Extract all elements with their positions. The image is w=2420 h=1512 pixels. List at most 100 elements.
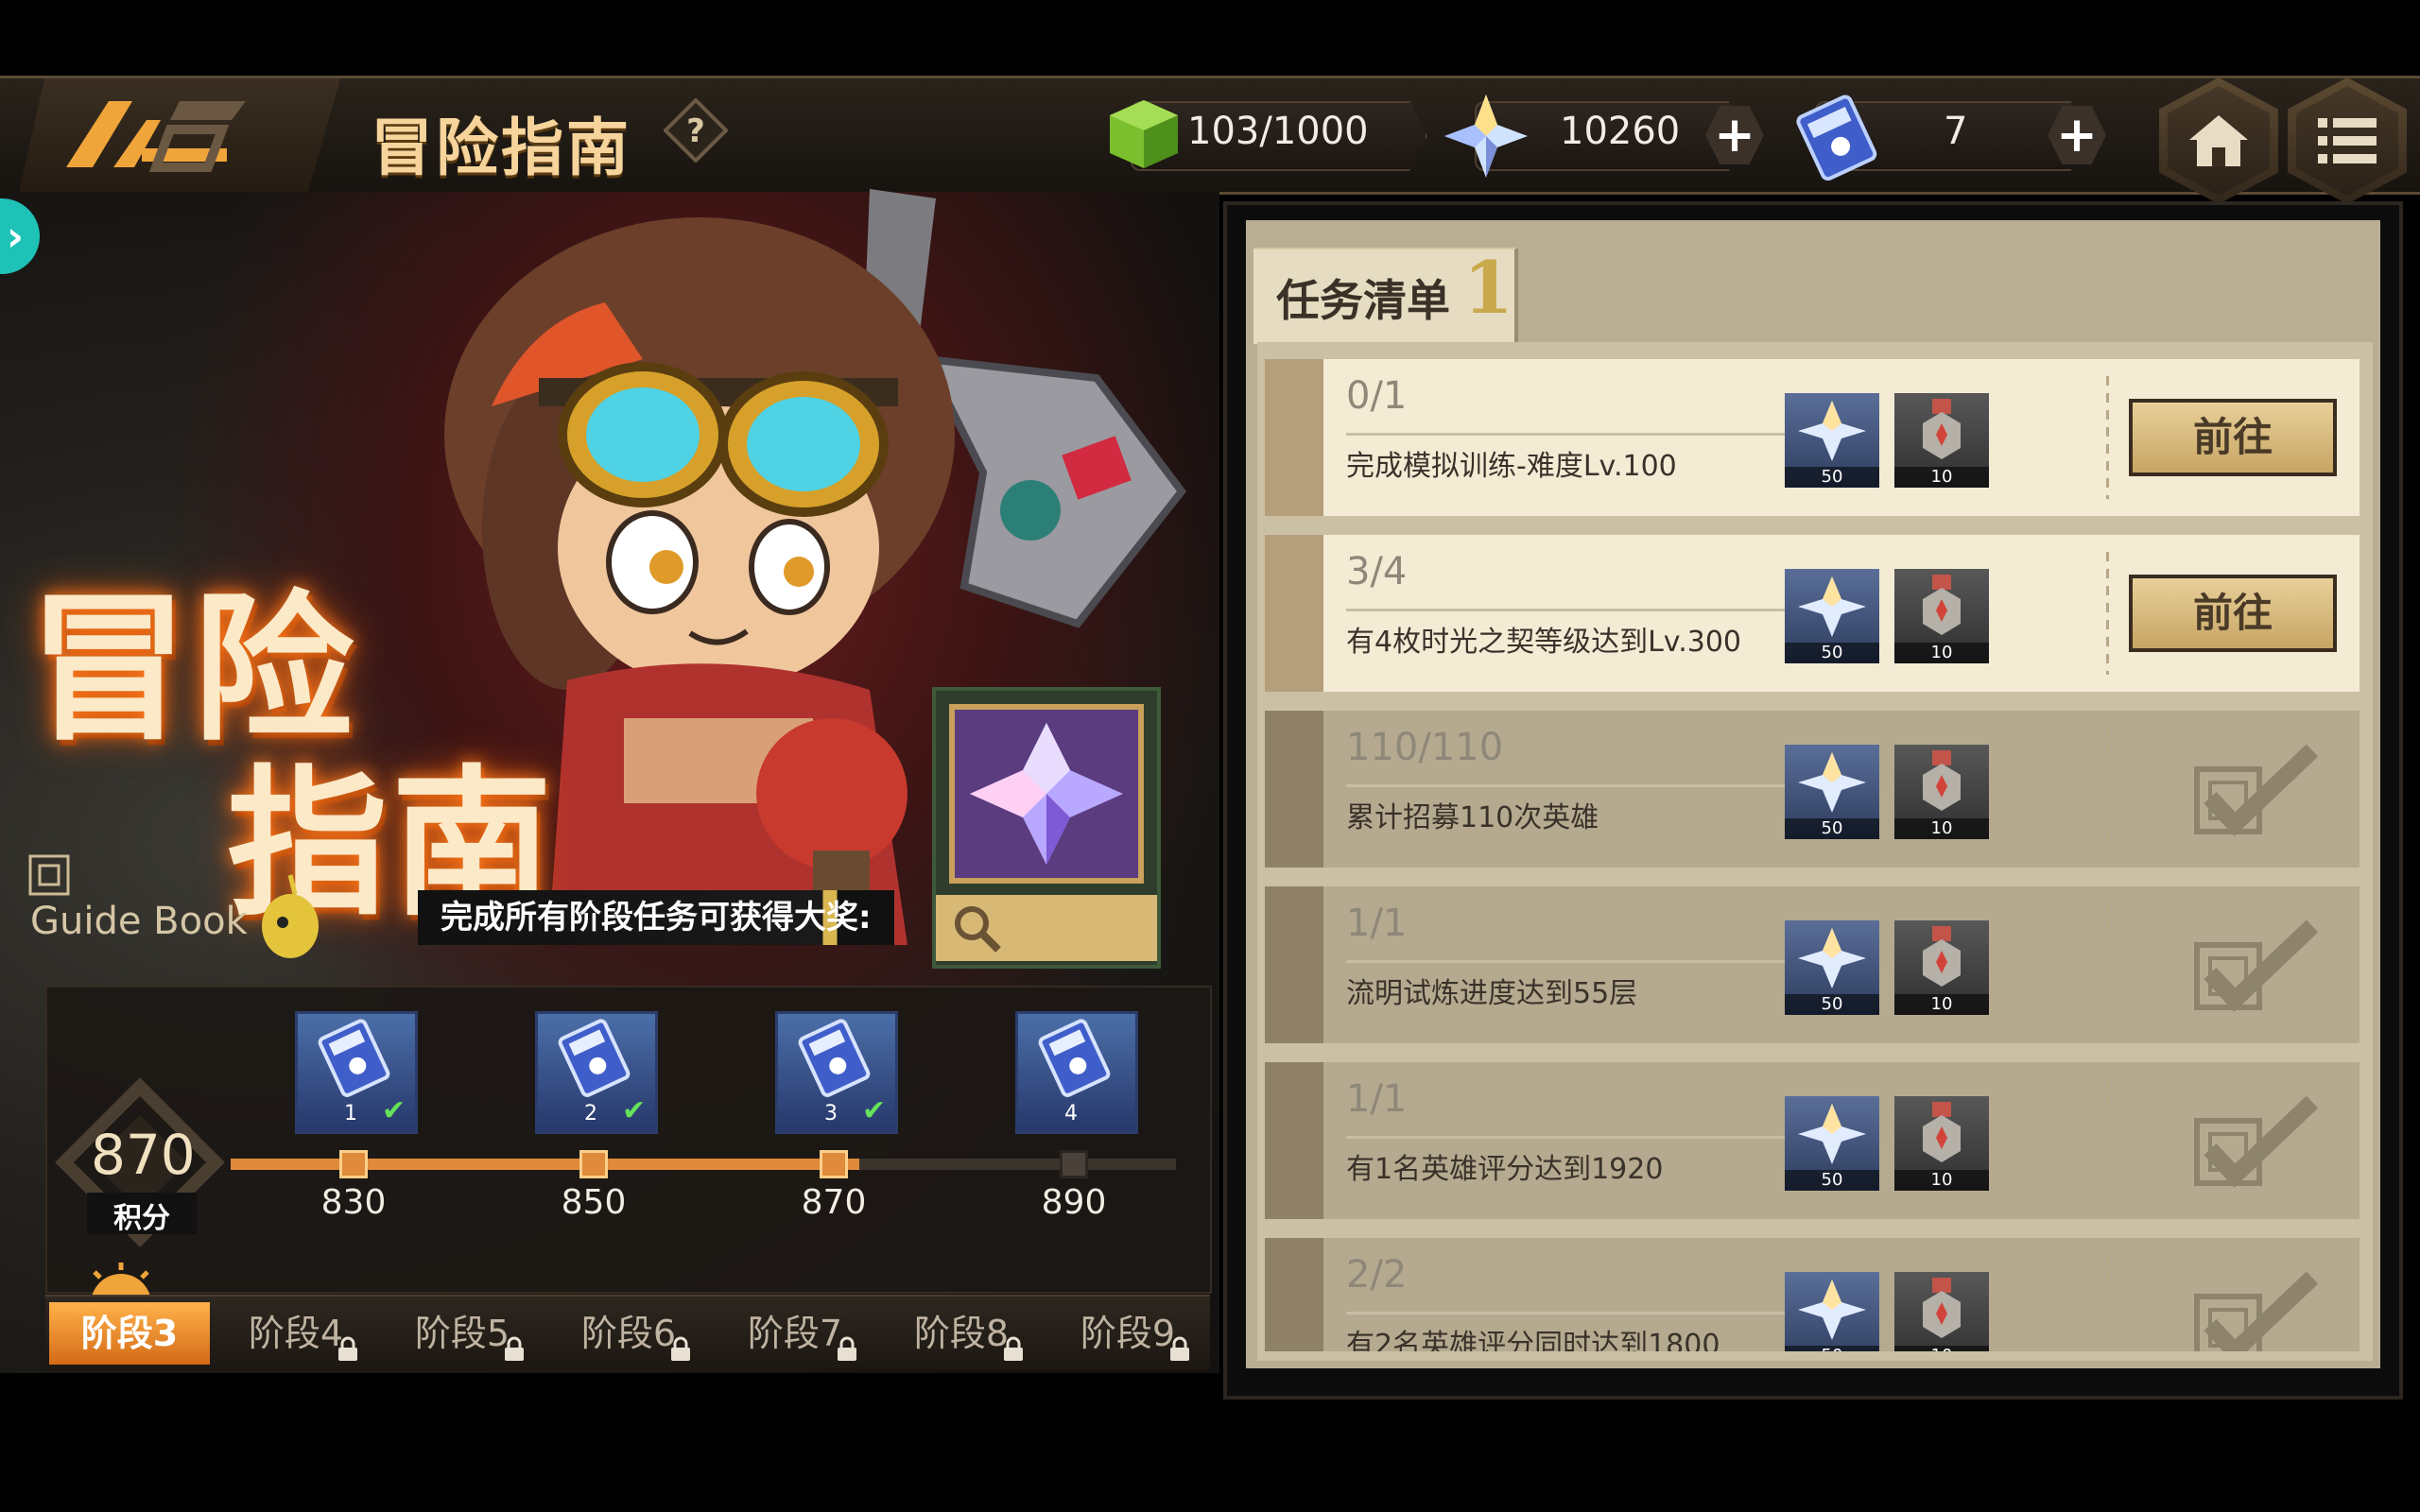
crystal-icon [1798,928,1866,988]
reward-medal-slot[interactable]: 10 [1894,569,1989,663]
task-progress: 3/4 [1346,550,1408,593]
task-row-ornament [1265,1238,1323,1351]
grand-prize-card[interactable] [932,687,1161,969]
milestone-card-number: 4 [1064,1102,1078,1125]
reward-crystal-slot[interactable]: 50 [1785,920,1879,1015]
score-label: 积分 [113,1202,170,1235]
magnifier-icon [955,906,1001,953]
reward-crystal-slot[interactable]: 50 [1785,569,1879,663]
task-progress: 110/110 [1346,726,1504,769]
reward-quantity: 10 [1894,1170,1989,1191]
crystal-icon [1798,401,1866,461]
ticket-icon [1796,94,1877,181]
crystal-icon [1798,752,1866,813]
reward-crystal-slot[interactable]: 50 [1785,1272,1879,1351]
task-row: 1/1 有1名英雄评分达到1920 50 10 [1265,1062,2360,1219]
task-divider-line [1346,1136,1815,1139]
reward-quantity: 10 [1894,1346,1989,1351]
home-icon [2189,115,2248,166]
lock-icon [501,1336,527,1363]
logo-icon [66,101,246,172]
svg-text:?: ? [686,112,705,150]
task-row-ornament [1265,1062,1323,1219]
reward-crystal-slot[interactable]: 50 [1785,393,1879,488]
reward-quantity: 10 [1894,818,1989,839]
milestone-value: 850 [561,1183,627,1222]
task-list-tab-label: 任务清单 [1276,275,1450,326]
milestone-marker [820,1150,848,1178]
crystal-value: 10260 [1560,110,1681,153]
stage-tab-label: 阶段6 [580,1313,677,1354]
reward-quantity: 10 [1894,467,1989,488]
lock-icon [1000,1336,1027,1363]
medal-icon [1923,399,1961,459]
completed-check-icon [2187,913,2320,1017]
lock-icon [834,1336,860,1363]
stage-tab-label: 阶段4 [248,1313,344,1354]
ticket-icon [798,1019,871,1097]
task-row: 2/2 有2名英雄评分同时达到1800 50 10 [1265,1238,2360,1351]
milestone-value: 890 [1041,1183,1107,1222]
grand-prize-preview-bar [936,895,1157,961]
reward-medal-slot[interactable]: 10 [1894,1272,1989,1351]
task-divider-line [1346,1312,1815,1314]
task-row-separator [2106,903,2109,1026]
milestone-marker [339,1150,368,1178]
reward-quantity: 10 [1894,643,1989,663]
reward-quantity: 50 [1785,1346,1879,1351]
task-row-separator [2106,552,2109,675]
ticket-icon [558,1019,631,1097]
reward-quantity: 50 [1785,994,1879,1015]
green-cube-icon [1110,100,1178,168]
medal-icon [1923,1102,1961,1162]
menu-icon [2318,118,2377,163]
task-divider-line [1346,609,1815,611]
reward-medal-slot[interactable]: 10 [1894,393,1989,488]
task-description: 有2名英雄评分同时达到1800 [1346,1329,1720,1351]
claimed-check-icon: ✔ [622,1094,647,1127]
completed-check-icon [2187,737,2320,841]
task-description: 完成模拟训练-难度Lv.100 [1346,450,1677,483]
book-emblem-icon [28,854,70,896]
medal-icon [1923,926,1961,987]
lock-icon [335,1336,361,1363]
medal-icon [1923,575,1961,635]
reward-crystal-slot[interactable]: 50 [1785,1096,1879,1191]
task-row-separator [2106,376,2109,499]
reward-medal-slot[interactable]: 10 [1894,1096,1989,1191]
guide-book-label: Guide Book [30,900,248,943]
goto-button[interactable]: 前往 [2129,575,2337,652]
milestone-value: 870 [801,1183,867,1222]
task-row-ornament [1265,886,1323,1043]
goto-button[interactable]: 前往 [2129,399,2337,476]
reward-quantity: 50 [1785,818,1879,839]
stage-tab-label: 阶段9 [1080,1313,1176,1354]
lock-icon [667,1336,694,1363]
reward-medal-slot[interactable]: 10 [1894,745,1989,839]
stage-tab-label: 阶段5 [414,1313,510,1354]
task-row-ornament [1265,535,1323,692]
help-icon[interactable]: ? [664,98,728,163]
crystal-icon [1798,1280,1866,1340]
task-progress: 2/2 [1346,1253,1408,1297]
task-description: 有1名英雄评分达到1920 [1346,1153,1664,1186]
progress-fill [231,1159,859,1170]
task-divider-line [1346,433,1815,436]
reward-medal-slot[interactable]: 10 [1894,920,1989,1015]
grand-prize-frame [949,704,1144,884]
reward-quantity: 50 [1785,1170,1879,1191]
milestone-card-number: 1 [344,1102,357,1125]
reward-crystal-slot[interactable]: 50 [1785,745,1879,839]
prize-crystal-icon [970,723,1123,865]
stage-tab[interactable]: 阶段3 [49,1302,210,1365]
task-row-separator [2106,1079,2109,1202]
task-list-tab-number: 1 [1463,246,1513,330]
lock-icon [1167,1336,1193,1363]
crystal-icon [1798,576,1866,637]
milestone-marker [1060,1150,1088,1178]
stage-tab-label: 阶段8 [913,1313,1010,1354]
task-description: 有4枚时光之契等级达到Lv.300 [1346,626,1742,659]
task-progress: 1/1 [1346,1077,1408,1121]
milestone-marker [579,1150,608,1178]
ticket-icon [318,1019,390,1097]
